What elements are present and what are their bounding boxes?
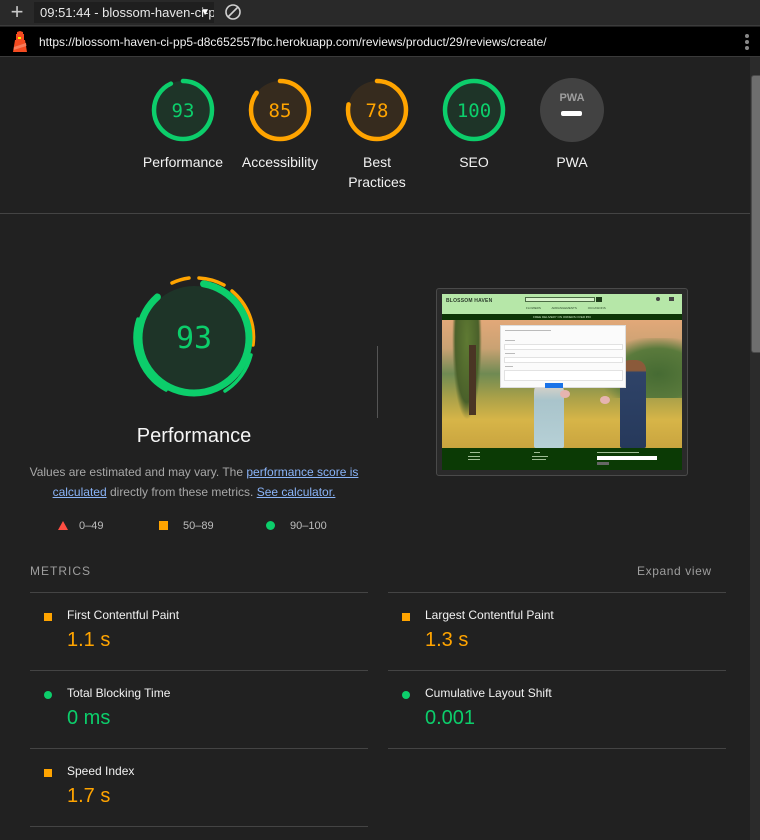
site-footer [442, 448, 682, 470]
site-nav-item: FLOWERS [526, 306, 541, 310]
submit-review-button [545, 383, 563, 388]
gauge-performance-ring: 93 [151, 78, 215, 142]
site-search [525, 297, 595, 302]
gauge-label-line1: Best [362, 154, 391, 170]
newsletter-submit [597, 462, 609, 465]
pwa-badge-text: PWA [559, 92, 584, 104]
metric-divider [30, 826, 368, 827]
gauge-seo-ring: 100 [442, 78, 506, 142]
metrics-header: METRICS [30, 564, 91, 578]
metric-value: 1.7 s [67, 785, 111, 807]
gauge-best-practices-ring: 78 [345, 78, 409, 142]
metric-value: 1.1 s [67, 629, 111, 651]
performance-description: Values are estimated and may vary. The p… [28, 462, 360, 502]
page-screenshot: BLOSSOM HAVEN FLOWERS ARRANGEMENTS OCCAS… [442, 294, 682, 470]
gauge-score: 78 [366, 100, 389, 122]
devtools-toolbar: + 09:51:44 - blossom-haven-ci-p ▼ [0, 0, 760, 26]
site-nav: FLOWERS ARRANGEMENTS OCCASIONS [526, 306, 606, 310]
metric-speed-index: Speed Index 1.7 s [30, 748, 368, 826]
description-text: directly from these metrics. [106, 485, 257, 499]
gauge-score: 85 [269, 100, 292, 122]
gauge-seo[interactable]: 100 SEO [424, 77, 524, 172]
account-icon [656, 297, 660, 301]
square-icon [159, 521, 168, 530]
gauge-accessibility-ring: 85 [248, 78, 312, 142]
site-logo: BLOSSOM HAVEN [446, 298, 493, 304]
legend-fail: 0–49 [58, 519, 103, 533]
gauge-best-practices[interactable]: 78 Best Practices [327, 77, 427, 192]
block-icon[interactable] [224, 3, 242, 21]
legend-average: 50–89 [159, 519, 214, 533]
newsletter-input [597, 456, 657, 460]
metric-first-contentful-paint: First Contentful Paint 1.1 s [30, 592, 368, 670]
metric-divider [388, 748, 726, 749]
new-report-button[interactable]: + [8, 1, 26, 23]
vertical-divider [377, 346, 378, 418]
circle-icon [266, 521, 275, 530]
description-text: Values are estimated and may vary. The [29, 465, 247, 479]
site-nav-item: OCCASIONS [587, 306, 606, 310]
legend-range: 0–49 [79, 520, 104, 532]
gauge-label-line2: Practices [348, 174, 406, 190]
lighthouse-icon [13, 31, 27, 52]
score-summary: 93 Performance 85 Accessibility 78 Best … [0, 57, 750, 214]
gauge-performance[interactable]: 93 Performance [133, 77, 233, 172]
average-square-icon [402, 613, 410, 621]
legend-range: 50–89 [183, 520, 214, 532]
hero-image [442, 320, 682, 448]
legend-range: 90–100 [290, 520, 327, 532]
expand-view-toggle[interactable]: Expand view [637, 564, 712, 578]
gauge-label: PWA [556, 154, 588, 170]
scrollbar[interactable] [750, 57, 760, 840]
pass-circle-icon [44, 691, 52, 699]
site-nav-item: ARRANGEMENTS [551, 306, 577, 310]
performance-score: 93 [176, 321, 212, 356]
metric-name: First Contentful Paint [67, 608, 180, 622]
gauge-score: 93 [172, 100, 195, 122]
gauge-accessibility[interactable]: 85 Accessibility [230, 77, 330, 172]
report-selector-label: 09:51:44 - blossom-haven-ci-p [40, 5, 214, 20]
metric-name: Largest Contentful Paint [425, 608, 554, 622]
average-square-icon [44, 613, 52, 621]
bouquet [600, 396, 610, 404]
triangle-icon [58, 521, 68, 530]
dropdown-caret-icon: ▼ [200, 7, 210, 18]
bride-figure [534, 380, 564, 448]
performance-title: Performance [136, 425, 252, 447]
bouquet [560, 390, 570, 398]
cart-icon [669, 297, 674, 301]
site-search-button [596, 297, 602, 302]
scrollbar-thumb[interactable] [751, 75, 760, 353]
metric-total-blocking-time: Total Blocking Time 0 ms [30, 670, 368, 748]
gauge-label: SEO [459, 154, 489, 170]
pwa-badge-icon: PWA [540, 78, 604, 142]
final-screenshot[interactable]: BLOSSOM HAVEN FLOWERS ARRANGEMENTS OCCAS… [436, 288, 688, 476]
metric-value: 1.3 s [425, 629, 469, 651]
metric-largest-contentful-paint: Largest Contentful Paint 1.3 s [388, 592, 726, 670]
review-form-card [500, 325, 626, 388]
average-square-icon [44, 769, 52, 777]
gauge-label: Best Practices [327, 152, 427, 192]
gauge-score: 100 [457, 100, 491, 122]
pass-circle-icon [402, 691, 410, 699]
page-url: https://blossom-haven-ci-pp5-d8c652557fb… [39, 35, 547, 49]
metric-value: 0.001 [425, 707, 476, 729]
metric-name: Speed Index [67, 764, 135, 778]
site-header: BLOSSOM HAVEN FLOWERS ARRANGEMENTS OCCAS… [442, 294, 682, 314]
gauge-label: Accessibility [241, 154, 319, 170]
metric-value: 0 ms [67, 707, 111, 729]
performance-gauge: 93 [133, 276, 256, 397]
kebab-menu-icon[interactable] [744, 33, 750, 51]
see-calculator-link[interactable]: See calculator. [257, 485, 336, 499]
metric-name: Total Blocking Time [67, 686, 171, 700]
url-bar: https://blossom-haven-ci-pp5-d8c652557fb… [0, 27, 760, 57]
report-selector[interactable]: 09:51:44 - blossom-haven-ci-p ▼ [34, 2, 214, 23]
metric-cumulative-layout-shift: Cumulative Layout Shift 0.001 [388, 670, 726, 748]
legend-pass: 90–100 [266, 519, 327, 533]
gauge-label: Performance [142, 154, 224, 170]
gauge-pwa[interactable]: PWA PWA [522, 77, 622, 172]
metric-name: Cumulative Layout Shift [425, 686, 552, 700]
metric-arc-fcp [170, 276, 191, 285]
